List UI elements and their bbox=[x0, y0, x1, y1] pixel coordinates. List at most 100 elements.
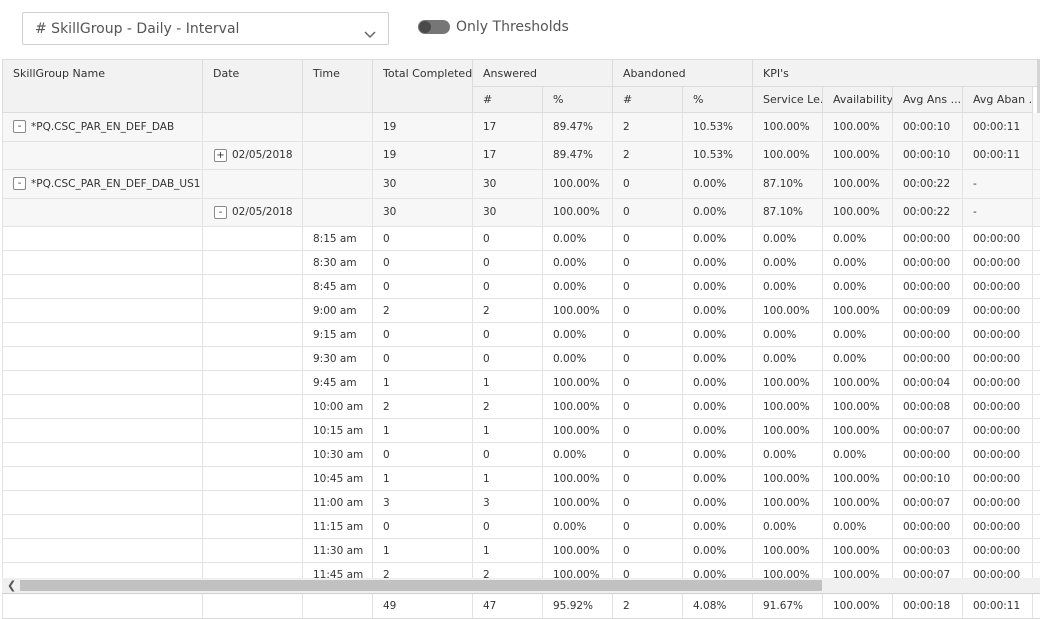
cell-service-level: 100.00% bbox=[753, 467, 823, 490]
cell-abandoned-count-text: 0 bbox=[623, 280, 630, 293]
cell-answered-percent-text: 100.00% bbox=[553, 568, 600, 579]
cell-abandoned-count-text: 0 bbox=[623, 424, 630, 437]
cell-availability: 100.00% bbox=[823, 419, 893, 442]
cell-service-level: 100.00% bbox=[753, 563, 823, 578]
cell-total-completed: 0 bbox=[373, 251, 473, 274]
cell-service-level-text: 100.00% bbox=[763, 568, 810, 579]
column-header-service-level[interactable]: Service Le... bbox=[753, 87, 823, 113]
cell-time-text: 10:00 am bbox=[313, 400, 364, 413]
column-header-avg-abandon[interactable]: Avg Aban ... bbox=[963, 87, 1033, 113]
cell-avg-answer: 00:00:10 bbox=[893, 141, 963, 169]
column-header-time[interactable]: Time bbox=[303, 59, 373, 113]
total-cell-answered-percent: 95.92% bbox=[543, 594, 613, 618]
skillgroup-row: - *PQ.CSC_PAR_EN_DEF_DAB 19 17 89.47% 2 10.53%… bbox=[2, 113, 1040, 142]
column-header-answered-percent[interactable]: % bbox=[543, 87, 613, 113]
cell-answered-count-text: 2 bbox=[483, 304, 490, 317]
cell-avg-answer: 00:00:08 bbox=[893, 395, 963, 418]
column-header-avg-answer[interactable]: Avg Ans ... bbox=[893, 87, 963, 113]
cell-answered-count-text: 3 bbox=[483, 496, 490, 509]
collapse-button[interactable]: - bbox=[13, 120, 26, 134]
column-header-date[interactable]: Date bbox=[203, 59, 303, 113]
cell-availability: 100.00% bbox=[823, 113, 893, 141]
cell-total-completed: 19 bbox=[373, 113, 473, 141]
cell-total-completed: 1 bbox=[373, 467, 473, 490]
column-header-answered-count[interactable]: # bbox=[473, 87, 543, 113]
cell-avg-answer-text: 00:00:00 bbox=[903, 256, 951, 269]
cell-avg-answer: 00:00:07 bbox=[893, 419, 963, 442]
cell-service-level-text: 100.00% bbox=[763, 472, 810, 485]
cell-avg-abandon: 00:00:11 bbox=[963, 141, 1033, 169]
cell-abandoned-percent-text: 0.00% bbox=[693, 352, 727, 365]
cell-total-completed-text: 0 bbox=[383, 232, 390, 245]
total-cell-service-level: 91.67% bbox=[753, 594, 823, 618]
cell-skillgroup-name bbox=[2, 347, 203, 370]
cell-time: 10:15 am bbox=[303, 419, 373, 442]
cell-time: 9:00 am bbox=[303, 299, 373, 322]
cell-answered-count-text: 0 bbox=[483, 256, 490, 269]
cell-date bbox=[203, 347, 303, 370]
cell-avg-abandon: 00:00:00 bbox=[963, 251, 1033, 274]
cell-service-level-text: 0.00% bbox=[763, 280, 797, 293]
cell-service-level-text: 100.00% bbox=[763, 424, 810, 437]
cell-time: 10:45 am bbox=[303, 467, 373, 490]
cell-availability: 100.00% bbox=[823, 539, 893, 562]
cell-abandoned-count-text: 0 bbox=[623, 352, 630, 365]
chevron-left-icon[interactable]: ❮ bbox=[7, 579, 16, 592]
scrollbar-thumb[interactable] bbox=[20, 580, 822, 591]
cell-availability: 100.00% bbox=[823, 467, 893, 490]
cell-avg-answer-text: 00:00:07 bbox=[903, 568, 951, 579]
total-cell-availability: 100.00% bbox=[823, 594, 893, 618]
column-header-availability[interactable]: Availability bbox=[823, 87, 893, 113]
cell-answered-percent: 100.00% bbox=[543, 395, 613, 418]
cell-answered-count: 1 bbox=[473, 467, 543, 490]
total-cell-abandoned-percent: 4.08% bbox=[683, 594, 753, 618]
cell-abandoned-count: 0 bbox=[613, 227, 683, 250]
cell-service-level: 0.00% bbox=[753, 443, 823, 466]
cell-availability: 100.00% bbox=[823, 141, 893, 169]
cell-service-level: 100.00% bbox=[753, 299, 823, 322]
cell-time: 11:45 am bbox=[303, 563, 373, 578]
column-header-abandoned-percent[interactable]: % bbox=[683, 87, 753, 113]
cell-avg-abandon: 00:00:00 bbox=[963, 563, 1033, 578]
table-row: 9:30 am 0 0 0.00% 0 0.00% 0.00% 0.00% 00:00:00 00… bbox=[2, 347, 1040, 371]
cell-skillgroup-name bbox=[2, 515, 203, 538]
cell-skillgroup-name bbox=[2, 299, 203, 322]
horizontal-scrollbar[interactable]: ❮ bbox=[2, 578, 1040, 593]
cell-total-completed-text: 19 bbox=[383, 149, 397, 162]
cell-answered-count-text: 0 bbox=[483, 328, 490, 341]
table-row: 9:45 am 1 1 100.00% 0 0.00% 100.00% 100.00% 00:0… bbox=[2, 371, 1040, 395]
cell-skillgroup-name bbox=[2, 563, 203, 578]
column-header-total-completed[interactable]: Total Completed bbox=[373, 59, 473, 113]
column-header-abandoned-count[interactable]: # bbox=[613, 87, 683, 113]
cell-total-completed: 0 bbox=[373, 515, 473, 538]
cell-abandoned-percent-text: 0.00% bbox=[693, 206, 727, 219]
cell-answered-count-text: 0 bbox=[483, 352, 490, 365]
cell-abandoned-count-text: 0 bbox=[623, 496, 630, 509]
cell-answered-count: 0 bbox=[473, 227, 543, 250]
only-thresholds-toggle[interactable] bbox=[418, 20, 450, 34]
cell-answered-count: 17 bbox=[473, 113, 543, 141]
cell-avg-abandon: - bbox=[963, 170, 1033, 198]
report-type-dropdown[interactable]: # SkillGroup - Daily - Interval bbox=[22, 12, 389, 45]
cell-abandoned-percent-text: 10.53% bbox=[693, 149, 734, 162]
table-row: 10:00 am 2 2 100.00% 0 0.00% 100.00% 100.00% 00:… bbox=[2, 395, 1040, 419]
cell-date: -02/05/2018 bbox=[203, 198, 303, 226]
cell-skillgroup-name bbox=[2, 467, 203, 490]
expand-button[interactable]: + bbox=[214, 148, 227, 162]
cell-abandoned-percent: 0.00% bbox=[683, 198, 753, 226]
cell-abandoned-count: 0 bbox=[613, 198, 683, 226]
cell-answered-percent-text: 100.00% bbox=[553, 177, 600, 190]
cell-abandoned-percent: 0.00% bbox=[683, 251, 753, 274]
cell-abandoned-count-text: 0 bbox=[623, 472, 630, 485]
cell-avg-abandon: 00:00:00 bbox=[963, 491, 1033, 514]
cell-answered-percent-text: 100.00% bbox=[553, 400, 600, 413]
cell-abandoned-percent-text: 0.00% bbox=[693, 232, 727, 245]
cell-total-completed-text: 30 bbox=[383, 177, 397, 190]
cell-total-completed: 3 bbox=[373, 491, 473, 514]
cell-avg-abandon-text: 00:00:00 bbox=[973, 400, 1021, 413]
cell-time-text: 11:00 am bbox=[313, 496, 364, 509]
column-header-skillgroup-name[interactable]: SkillGroup Name bbox=[2, 59, 203, 113]
cell-answered-count: 0 bbox=[473, 515, 543, 538]
collapse-button[interactable]: - bbox=[13, 177, 26, 191]
collapse-button[interactable]: - bbox=[214, 205, 227, 219]
